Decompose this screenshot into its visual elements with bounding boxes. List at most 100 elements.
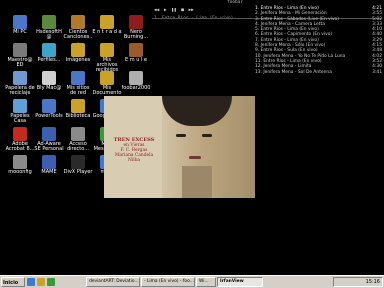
track-duration: 3:41 xyxy=(372,69,382,75)
player-controls: ◀◀ ▶ ❚❚ ■ ▶▶ xyxy=(154,8,249,15)
irfanview-image: TREN EXCESS en Vieras F. C. Bergas Maria… xyxy=(104,96,255,198)
app-icon xyxy=(13,71,27,85)
task-foobar[interactable]: - Lima (En vivo) - foo... xyxy=(141,277,195,287)
app-icon xyxy=(13,155,27,169)
app-icon xyxy=(13,43,27,57)
stop-icon[interactable]: ■ xyxy=(181,8,184,13)
app-icon xyxy=(42,127,56,141)
app-icon xyxy=(42,99,56,113)
desktop-icon[interactable]: Nero Burning... xyxy=(121,15,151,45)
playlist-item[interactable]: 13. Jenifera Mena - Sol De Antenna 3:41 xyxy=(255,70,382,75)
desktop-icon[interactable]: mooonfig xyxy=(5,155,35,185)
desktop-icon-label: Papelera de reciclaje xyxy=(5,85,35,96)
system-tray: 15:16 xyxy=(333,277,383,287)
app-icon xyxy=(129,43,143,57)
app-icon xyxy=(129,15,143,29)
desktop-icon-label: Acceso directo... xyxy=(66,141,90,152)
play-icon[interactable]: ▶ xyxy=(164,8,167,13)
desktop-icon[interactable]: Biblioteca xyxy=(63,99,93,129)
task-irfanview[interactable]: IrfanView xyxy=(217,277,263,287)
desktop-icon-label: Mis sitios de red xyxy=(66,85,90,96)
desktop-icon[interactable]: Mis sitios de red xyxy=(63,71,93,101)
desktop: Mi PC HsdesoftH@ Cientos Canciones... E n t… xyxy=(0,0,384,276)
app-icon xyxy=(100,15,114,29)
desktop-icon[interactable]: Perfiles... xyxy=(34,43,64,73)
task-window[interactable]: Wi... xyxy=(196,277,216,287)
desktop-icon-label: Maestro@ ED xyxy=(7,57,33,68)
book-cover-title: TREN EXCESS en Vieras F. C. Bergas Maria… xyxy=(110,138,158,164)
desktop-icon[interactable]: PowerTools xyxy=(34,99,64,129)
task-label: - Lima (En vivo) - foo... xyxy=(144,279,194,284)
track-title: 13. Jenifera Mena - Sol De Antenna xyxy=(255,69,332,75)
desktop-icon-label: Mi PC xyxy=(13,29,27,35)
folder-quicklaunch-icon[interactable] xyxy=(37,278,45,286)
desktop-icon-label: DivX Player xyxy=(63,169,93,175)
portrait-eye xyxy=(202,134,212,137)
start-button[interactable]: Inicio xyxy=(1,277,25,287)
portrait-neck xyxy=(182,166,212,198)
desktop-icon[interactable]: E m u l e xyxy=(121,43,151,73)
desktop-icon[interactable]: DivX Player xyxy=(63,155,93,185)
desktop-icon-label: Imágenes xyxy=(65,57,91,63)
desktop-icon-label: E n t r a d a xyxy=(92,29,122,35)
app-icon xyxy=(100,71,114,85)
start-label: Inicio xyxy=(3,280,19,286)
desktop-icon-label: Biblioteca xyxy=(65,113,91,119)
task-label: IrfanView xyxy=(220,279,244,284)
app-icon xyxy=(42,43,56,57)
now-playing: 1. Entre Ríos - Lima (En vivo) xyxy=(154,16,249,66)
desktop-icon-label: Nero Burning... xyxy=(123,29,149,40)
app-icon xyxy=(71,99,85,113)
desktop-icon-label: Papeles Casa xyxy=(10,113,30,124)
app-icon xyxy=(71,155,85,169)
app-icon xyxy=(42,15,56,29)
app-icon xyxy=(42,71,56,85)
portrait-eye xyxy=(176,134,186,137)
app-icon xyxy=(71,15,85,29)
desktop-icon-label: MAME xyxy=(41,169,57,175)
desktop-icon[interactable]: Papeles Casa xyxy=(5,99,35,129)
desktop-icon-label: E m u l e xyxy=(124,57,148,63)
app-icon xyxy=(13,99,27,113)
desktop-icon[interactable]: Papelera de reciclaje xyxy=(5,71,35,101)
app-icon xyxy=(71,43,85,57)
desktop-icon[interactable]: Ad-Aware SE Personal xyxy=(34,127,64,157)
desktop-icon[interactable]: HsdesoftH@ xyxy=(34,15,64,45)
task-label: Wi... xyxy=(199,279,209,284)
app-icon xyxy=(42,155,56,169)
player-title: foobar xyxy=(227,0,243,5)
desktop-icon-label: foobar2000 xyxy=(121,85,151,91)
desktop-icon[interactable]: Maestro@ ED xyxy=(5,43,35,73)
pause-icon[interactable]: ❚❚ xyxy=(171,8,176,13)
desktop-icon[interactable]: Acceso directo... xyxy=(63,127,93,157)
desktop-icon-label: Bly Mac@ xyxy=(36,85,62,91)
task-label: deviantART: Deviatio... xyxy=(89,279,139,284)
desktop-icon[interactable]: MAME xyxy=(34,155,64,185)
prev-icon[interactable]: ◀◀ xyxy=(154,8,159,13)
app-icon xyxy=(129,71,143,85)
portrait-mouth xyxy=(189,156,201,159)
task-deviantart[interactable]: deviantART: Deviatio... xyxy=(86,277,140,287)
desktop-icon-label: Adobe Acrobat 8... xyxy=(5,141,35,152)
app-icon xyxy=(13,127,27,141)
desktop-icon-label: PowerTools xyxy=(35,113,63,119)
app-icon xyxy=(71,71,85,85)
desktop-icon[interactable]: E n t r a d a xyxy=(92,15,122,45)
desktop-icon[interactable]: Mis archivos recibidos xyxy=(92,43,122,73)
app-icon xyxy=(71,127,85,141)
desktop-icon-label: HsdesoftH@ xyxy=(36,29,62,40)
desktop-icon[interactable]: Mi PC xyxy=(5,15,35,45)
desktop-icon[interactable]: Imágenes xyxy=(63,43,93,73)
desktop-icon-label: mooonfig xyxy=(8,169,32,175)
desktop-icon[interactable]: Cientos Canciones... xyxy=(63,15,93,45)
playlist: 1. Entre Ríos - Lima (En vivo) 4:21 2. Jen… xyxy=(255,6,382,75)
desktop-icon[interactable]: Bly Mac@ xyxy=(34,71,64,101)
app-icon xyxy=(100,43,114,57)
desktop-icon[interactable]: Adobe Acrobat 8... xyxy=(5,127,35,157)
browser-quicklaunch-icon[interactable] xyxy=(27,278,35,286)
taskbar: Inicio deviantART: Deviatio... - Lima (E… xyxy=(0,275,384,288)
clock[interactable]: 15:16 xyxy=(366,279,380,285)
next-icon[interactable]: ▶▶ xyxy=(189,8,194,13)
app-icon xyxy=(13,15,27,29)
media-quicklaunch-icon[interactable] xyxy=(47,278,55,286)
